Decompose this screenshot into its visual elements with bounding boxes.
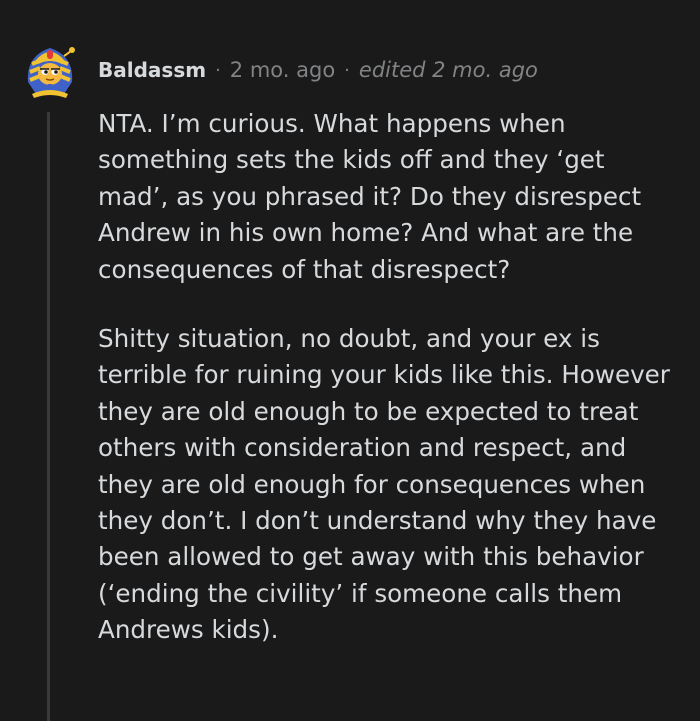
meta-separator: · [344, 59, 350, 81]
edited-timestamp: edited 2 mo. ago [358, 58, 538, 82]
author-username[interactable]: Baldassm [98, 58, 206, 82]
comment-header: Baldassm · 2 mo. ago · edited 2 mo. ago [98, 54, 538, 86]
comment: Baldassm · 2 mo. ago · edited 2 mo. ago … [0, 0, 700, 721]
posted-timestamp[interactable]: 2 mo. ago [230, 58, 335, 82]
thread-collapse-line[interactable] [47, 112, 50, 721]
comment-paragraph: NTA. I’m curious. What happens when some… [98, 109, 642, 284]
pharaoh-snoo-avatar-icon[interactable] [18, 38, 82, 102]
meta-separator: · [215, 59, 221, 81]
comment-paragraph: Shitty situation, no doubt, and your ex … [98, 324, 670, 645]
comment-body: NTA. I’m curious. What happens when some… [98, 106, 678, 682]
